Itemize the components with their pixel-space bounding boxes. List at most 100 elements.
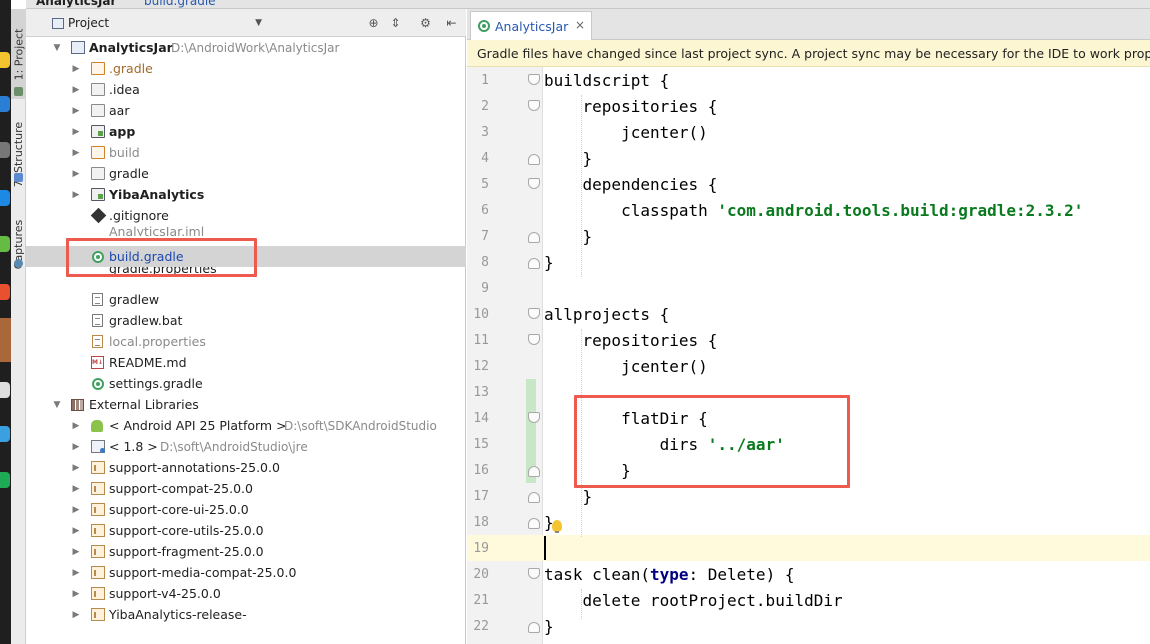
project-view-selector[interactable]: Project ▼	[48, 14, 264, 32]
fold-marker-icon[interactable]	[528, 258, 540, 269]
code-text: allprojects {	[544, 304, 670, 324]
chevron-right-icon[interactable]: ▶	[71, 64, 81, 74]
project-panel: Project ▼ ⊕ ⇕ ⚙ ⇤ ▼ AnalyticsJar D:\Andr…	[26, 9, 466, 644]
tree-library[interactable]: ▶ support-core-ui-25.0.0	[26, 499, 466, 520]
tree-item[interactable]: ▶ .idea	[26, 79, 466, 100]
tree-library-label: YibaAnalytics-release-	[109, 607, 247, 622]
tree-library[interactable]: ▶ < Android API 25 Platform > D:\soft\SD…	[26, 415, 466, 436]
chevron-right-icon[interactable]: ▶	[71, 484, 81, 494]
scroll-from-source-icon[interactable]: ⊕	[366, 15, 381, 30]
tree-item-label: settings.gradle	[109, 376, 203, 391]
app-icon[interactable]	[0, 472, 10, 488]
fold-marker-icon[interactable]	[528, 466, 540, 477]
fold-marker-icon[interactable]	[528, 74, 540, 85]
tree-library[interactable]: ▶ support-compat-25.0.0	[26, 478, 466, 499]
tree-item[interactable]: local.properties	[26, 331, 466, 352]
tree-item[interactable]: AnalyticsJar.iml	[26, 226, 466, 236]
code-text: : Delete) {	[688, 564, 795, 584]
tree-item[interactable]: ▶ build	[26, 142, 466, 163]
fold-marker-icon[interactable]	[528, 154, 540, 165]
code-line: buildscript {	[544, 67, 669, 93]
chevron-right-icon[interactable]: ▶	[71, 148, 81, 158]
chevron-down-icon[interactable]: ▼	[52, 400, 62, 410]
line-number: 19	[473, 541, 489, 556]
tree-library[interactable]: ▶ support-fragment-25.0.0	[26, 541, 466, 562]
tree-library[interactable]: ▶ support-core-utils-25.0.0	[26, 520, 466, 541]
fold-marker-icon[interactable]	[528, 622, 540, 633]
chevron-right-icon[interactable]: ▶	[71, 127, 81, 137]
tree-item[interactable]: ▶ aar	[26, 100, 466, 121]
tree-root[interactable]: ▼ AnalyticsJar D:\AndroidWork\AnalyticsJ…	[26, 37, 466, 58]
tree-item[interactable]: M↓ README.md	[26, 352, 466, 373]
tool-tab-captures[interactable]: Captures	[11, 209, 26, 279]
chevron-right-icon[interactable]: ▶	[71, 589, 81, 599]
tree-library[interactable]: ▶ YibaAnalytics-release-	[26, 604, 466, 625]
fold-marker-icon[interactable]	[528, 568, 540, 579]
tree-item[interactable]: gradlew.bat	[26, 310, 466, 331]
active-app-icon[interactable]	[0, 318, 11, 362]
editor-tab-active[interactable]: AnalyticsJar ×	[470, 11, 592, 40]
chevron-right-icon[interactable]: ▶	[71, 106, 81, 116]
breadcrumb-file[interactable]: build.gradle	[144, 0, 216, 8]
app-icon[interactable]	[0, 190, 10, 206]
fold-marker-icon[interactable]	[528, 518, 540, 529]
project-toolbar: Project ▼ ⊕ ⇕ ⚙ ⇤	[26, 9, 466, 37]
chevron-right-icon[interactable]: ▶	[71, 169, 81, 179]
hide-panel-icon[interactable]: ⇤	[444, 15, 459, 30]
tree-item[interactable]: .gitignore	[26, 205, 466, 226]
tree-library[interactable]: ▶ support-v4-25.0.0	[26, 583, 466, 604]
tree-library[interactable]: ▶ < 1.8 > D:\soft\AndroidStudio\jre	[26, 436, 466, 457]
chevron-right-icon[interactable]: ▶	[71, 463, 81, 473]
chat-icon[interactable]	[0, 382, 10, 398]
fold-marker-icon[interactable]	[528, 178, 540, 189]
tree-item[interactable]: gradlew	[26, 289, 466, 310]
file-icon	[92, 314, 103, 327]
chevron-right-icon[interactable]: ▶	[71, 505, 81, 515]
folder-icon[interactable]	[0, 52, 10, 68]
chevron-right-icon[interactable]: ▶	[71, 568, 81, 578]
collapse-all-icon[interactable]: ⇕	[388, 15, 403, 30]
library-icon	[91, 461, 105, 474]
code-line: dependencies {	[544, 171, 718, 197]
fold-marker-icon[interactable]	[528, 308, 540, 319]
code-line: repositories {	[544, 327, 718, 353]
app-icon[interactable]	[0, 96, 10, 112]
chevron-right-icon[interactable]: ▶	[71, 547, 81, 557]
fold-marker-icon[interactable]	[528, 334, 540, 345]
tree-external-libraries[interactable]: ▼ External Libraries	[26, 394, 466, 415]
gear-icon[interactable]: ⚙	[418, 15, 433, 30]
fold-marker-icon[interactable]	[528, 232, 540, 243]
tool-tab-structure[interactable]: 7: Structure	[11, 109, 26, 199]
code-text: delete rootProject.buildDir	[544, 590, 843, 610]
chevron-right-icon[interactable]: ▶	[71, 421, 81, 431]
globe-icon[interactable]	[0, 426, 10, 442]
tree-library[interactable]: ▶ support-media-compat-25.0.0	[26, 562, 466, 583]
chevron-right-icon[interactable]: ▶	[71, 610, 81, 620]
code-text: jcenter()	[544, 356, 708, 376]
fold-marker-icon[interactable]	[528, 492, 540, 503]
tree-item[interactable]: ▶ app	[26, 121, 466, 142]
fold-marker-icon[interactable]	[528, 100, 540, 111]
editor-gutter: 1 2 3 4 5 6 7 8 9 10 11 12 13 14 15 16 1…	[467, 67, 543, 644]
tree-item-label: gradle	[109, 166, 149, 181]
lightbulb-icon[interactable]	[552, 520, 562, 533]
chevron-right-icon[interactable]: ▶	[71, 442, 81, 452]
tree-item[interactable]: ▶ gradle	[26, 163, 466, 184]
close-icon[interactable]: ×	[575, 18, 585, 32]
chevron-right-icon[interactable]: ▶	[71, 190, 81, 200]
android-studio-icon[interactable]	[0, 236, 10, 252]
app-icon[interactable]	[0, 142, 10, 158]
chevron-right-icon[interactable]: ▶	[71, 85, 81, 95]
chevron-right-icon[interactable]: ▶	[71, 526, 81, 536]
tool-tab-project[interactable]: 1: Project	[11, 9, 26, 99]
tree-library[interactable]: ▶ support-annotations-25.0.0	[26, 457, 466, 478]
tree-item[interactable]: settings.gradle	[26, 373, 466, 394]
breadcrumb-project[interactable]: AnalyticsJar	[36, 0, 116, 8]
fold-marker-icon[interactable]	[528, 412, 540, 423]
tree-item[interactable]: ▶ YibaAnalytics	[26, 184, 466, 205]
browser-icon[interactable]	[0, 284, 10, 300]
tree-item[interactable]: ▶ .gradle	[26, 58, 466, 79]
code-area[interactable]: buildscript { repositories { jcenter() }…	[543, 67, 1150, 644]
chevron-down-icon[interactable]: ▼	[52, 43, 62, 53]
tree-library-label: support-core-ui-25.0.0	[109, 502, 249, 517]
